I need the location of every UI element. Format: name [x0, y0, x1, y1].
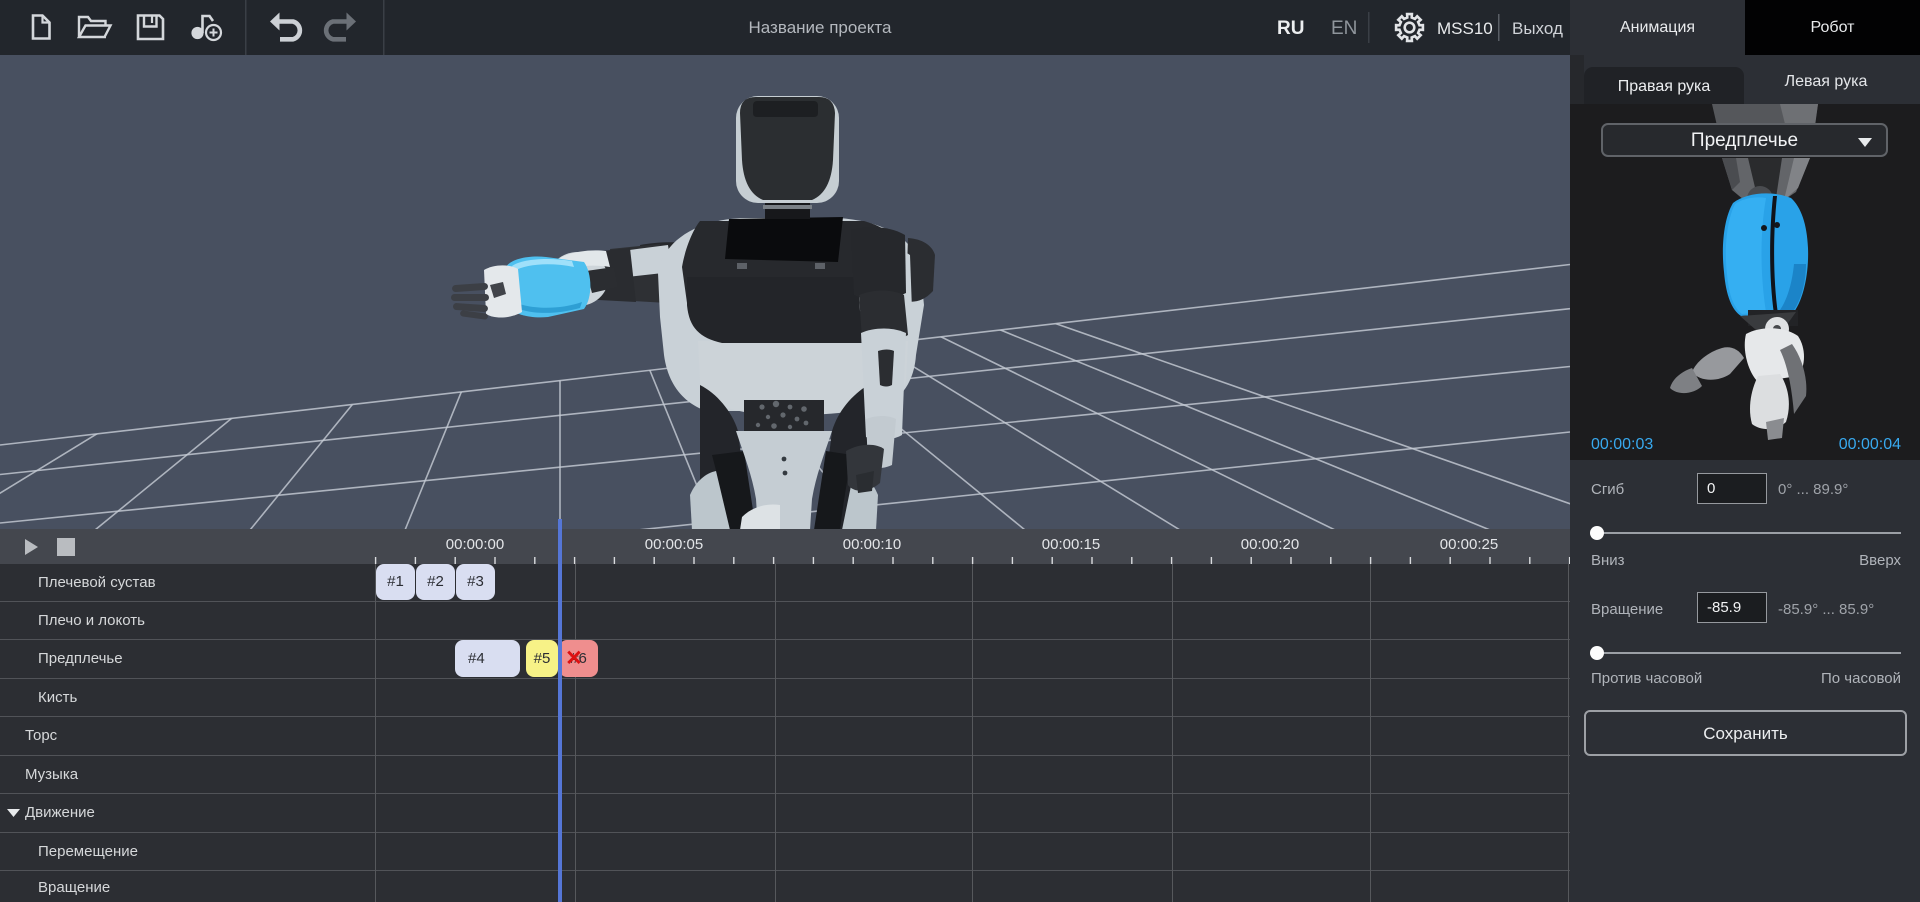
svg-text:MSS10: MSS10 — [1437, 19, 1493, 38]
svg-text:EN: EN — [1331, 18, 1357, 39]
svg-text:RU: RU — [1277, 18, 1304, 39]
svg-text:Выход: Выход — [1512, 19, 1563, 38]
